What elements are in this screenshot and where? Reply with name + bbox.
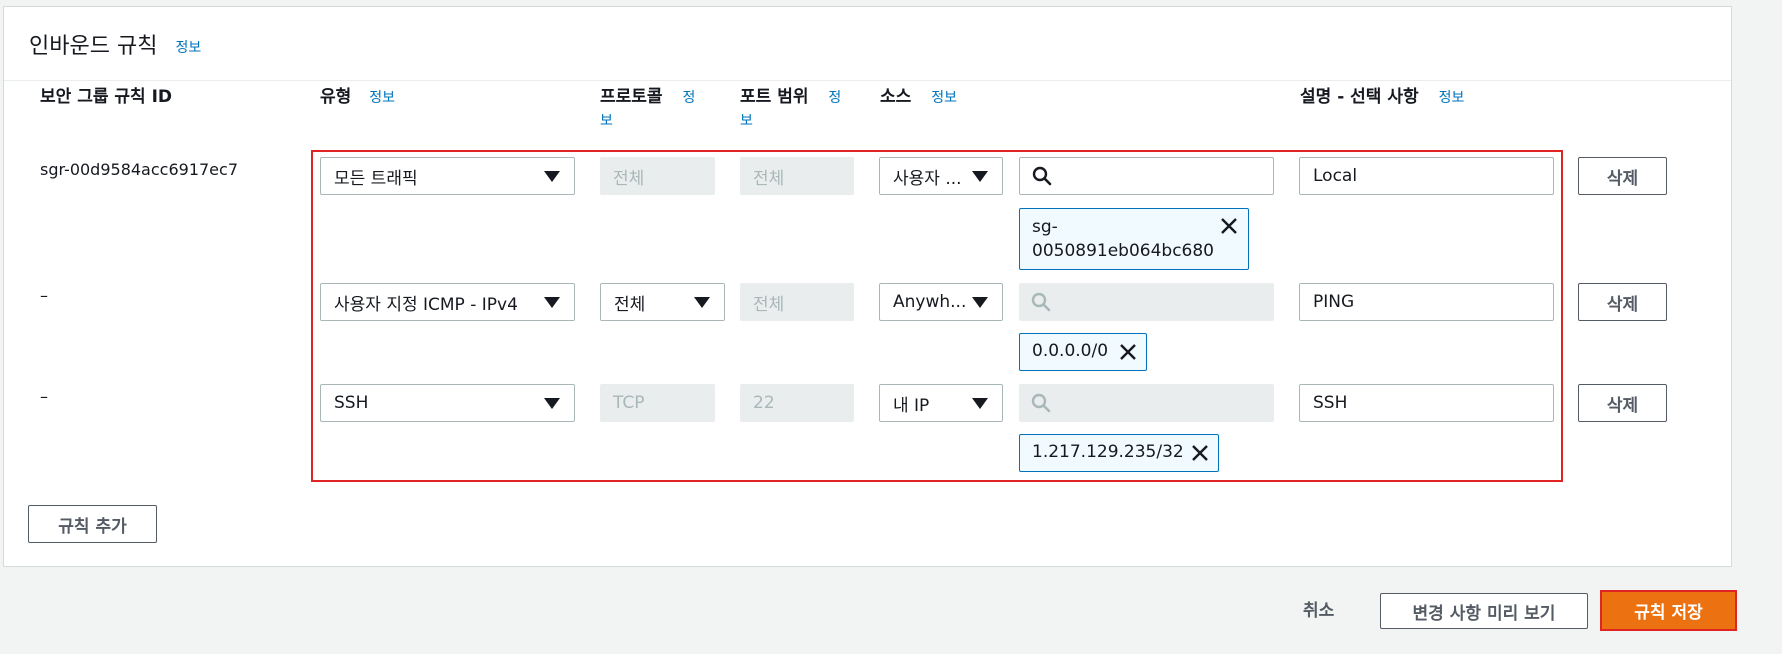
rule-id: –	[40, 387, 48, 406]
source-token-text: 1.217.129.235/32	[1032, 442, 1184, 462]
rule-id: sgr-00d9584acc6917ec7	[40, 160, 238, 179]
search-icon	[1032, 166, 1052, 186]
source-token: 1.217.129.235/32	[1019, 434, 1219, 472]
source-type-value: Anywh...	[893, 292, 967, 312]
delete-rule-button[interactable]: 삭제	[1578, 157, 1667, 195]
source-token-text-1: sg-	[1032, 217, 1058, 237]
caret-down-icon	[972, 171, 988, 182]
type-select-value: 사용자 지정 ICMP - IPv4	[334, 294, 518, 315]
caret-down-icon	[544, 297, 560, 308]
source-search-input[interactable]	[1019, 384, 1274, 422]
col-header-port-label: 포트 범위	[740, 87, 809, 107]
source-search-input[interactable]	[1019, 157, 1274, 195]
col-header-description-label: 설명 - 선택 사항	[1300, 87, 1419, 107]
description-input[interactable]: Local	[1299, 157, 1554, 195]
source-info-link[interactable]: 정보	[931, 90, 957, 106]
col-header-type-label: 유형	[320, 87, 352, 107]
source-token: sg- 0050891eb064bc680	[1019, 208, 1249, 270]
close-icon[interactable]	[1220, 217, 1238, 235]
save-rules-highlight: 규칙 저장	[1600, 590, 1737, 631]
panel-header: 인바운드 규칙 정보	[4, 7, 1731, 81]
protocol-field-disabled: 전체	[600, 157, 715, 195]
type-select-value: 모든 트래픽	[334, 168, 418, 189]
port-field-disabled: 전체	[740, 283, 854, 321]
col-header-port: 포트 범위 정 보	[740, 86, 850, 132]
search-icon	[1031, 393, 1051, 413]
search-icon	[1031, 292, 1051, 312]
protocol-select[interactable]: 전체	[600, 283, 725, 321]
preview-changes-button[interactable]: 변경 사항 미리 보기	[1380, 593, 1588, 629]
caret-down-icon	[694, 297, 710, 308]
source-type-select[interactable]: Anywh...	[879, 283, 1003, 321]
col-header-description: 설명 - 선택 사항 정보	[1300, 86, 1464, 109]
source-token-text: 0.0.0.0/0	[1032, 341, 1109, 361]
cancel-button[interactable]: 취소	[1303, 596, 1334, 621]
type-select[interactable]: 사용자 지정 ICMP - IPv4	[320, 283, 575, 321]
col-header-rule-id: 보안 그룹 규칙 ID	[40, 87, 173, 107]
description-info-link[interactable]: 정보	[1439, 90, 1465, 106]
source-token: 0.0.0.0/0	[1019, 333, 1147, 371]
protocol-info-link-2[interactable]: 보	[600, 113, 613, 129]
type-select[interactable]: 모든 트래픽	[320, 157, 575, 195]
protocol-field-disabled: TCP	[600, 384, 715, 422]
type-info-link[interactable]: 정보	[369, 90, 395, 106]
col-header-protocol-label: 프로토콜	[600, 87, 663, 107]
source-token-text-2: 0050891eb064bc680	[1032, 241, 1214, 261]
close-icon[interactable]	[1119, 343, 1137, 361]
type-select-value: SSH	[334, 393, 369, 413]
type-select[interactable]: SSH	[320, 384, 575, 422]
source-type-select[interactable]: 사용자 ...	[879, 157, 1003, 195]
caret-down-icon	[544, 171, 560, 182]
col-header-type: 유형 정보	[320, 86, 395, 109]
title-info-link[interactable]: 정보	[175, 37, 201, 57]
source-search-input[interactable]	[1019, 283, 1274, 321]
save-rules-button[interactable]: 규칙 저장	[1602, 592, 1735, 629]
col-header-source: 소스 정보	[880, 86, 957, 109]
port-info-link-1[interactable]: 정	[828, 90, 841, 106]
close-icon[interactable]	[1191, 444, 1209, 462]
port-field-disabled: 전체	[740, 157, 854, 195]
delete-rule-button[interactable]: 삭제	[1578, 283, 1667, 321]
source-type-value: 사용자 ...	[893, 168, 962, 189]
protocol-info-link-1[interactable]: 정	[682, 90, 695, 106]
caret-down-icon	[544, 398, 560, 409]
port-info-link-2[interactable]: 보	[740, 113, 753, 129]
protocol-select-value: 전체	[614, 294, 646, 315]
description-input[interactable]: PING	[1299, 283, 1554, 321]
delete-rule-button[interactable]: 삭제	[1578, 384, 1667, 422]
rule-id: –	[40, 286, 48, 305]
page-title: 인바운드 규칙	[29, 33, 158, 59]
port-field-disabled: 22	[740, 384, 854, 422]
caret-down-icon	[972, 297, 988, 308]
add-rule-button[interactable]: 규칙 추가	[28, 505, 157, 543]
source-type-select[interactable]: 내 IP	[879, 384, 1003, 422]
col-header-protocol: 프로토콜 정 보	[600, 86, 710, 132]
source-type-value: 내 IP	[893, 395, 930, 416]
caret-down-icon	[972, 398, 988, 409]
col-header-source-label: 소스	[880, 87, 912, 107]
description-input[interactable]: SSH	[1299, 384, 1554, 422]
